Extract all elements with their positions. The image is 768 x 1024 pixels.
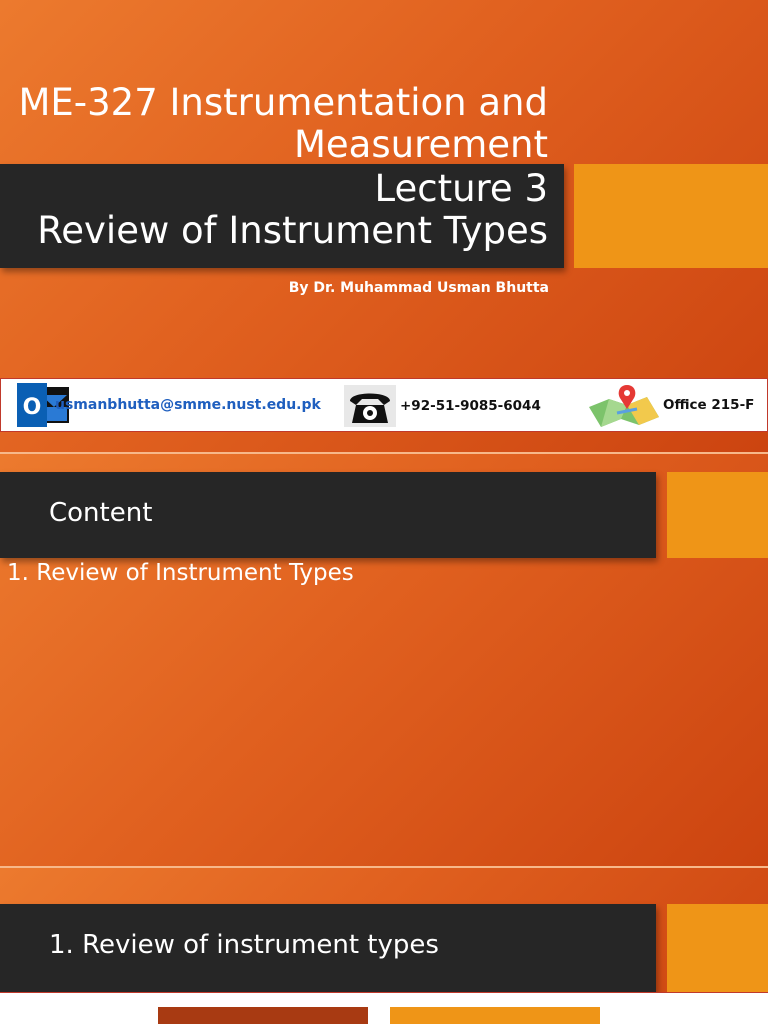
contact-bar: O usmanbhutta@smme.nust.edu.pk +92-51-90… [0, 378, 768, 432]
content-list-item: 1. Review of Instrument Types [7, 560, 354, 586]
lecture-number: Lecture 3 [374, 167, 549, 210]
accent-block [574, 164, 768, 268]
section-heading: 1. Review of instrument types [49, 930, 439, 960]
phone-number: +92-51-9085-6044 [400, 398, 541, 414]
section-heading-band: 1. Review of instrument types [0, 904, 656, 992]
course-title: ME-327 Instrumentation and Measurement [18, 81, 548, 166]
title-slide: ME-327 Instrumentation and Measurement L… [0, 0, 768, 452]
map-pin-icon [589, 385, 659, 427]
lecture-subtitle: Review of Instrument Types [37, 209, 548, 252]
email-link[interactable]: usmanbhutta@smme.nust.edu.pk [55, 397, 321, 413]
lecture-band: Lecture 3 Review of Instrument Types [0, 164, 564, 268]
section-content-area [0, 992, 768, 1024]
dark-orange-block [158, 1007, 368, 1024]
accent-block [667, 904, 768, 992]
author-line: By Dr. Muhammad Usman Bhutta [288, 280, 549, 296]
section-slide: 1. Review of instrument types [0, 868, 768, 1024]
outlook-letter: O [23, 395, 42, 420]
content-heading-band: Content [0, 472, 656, 558]
content-slide: Content 1. Review of Instrument Types [0, 454, 768, 866]
office-location: Office 215-F [663, 397, 755, 413]
lecture-heading: Lecture 3 Review of Instrument Types [0, 168, 548, 252]
accent-block [667, 472, 768, 558]
telephone-icon [344, 385, 396, 427]
orange-block [390, 1007, 600, 1024]
content-heading: Content [49, 498, 153, 528]
